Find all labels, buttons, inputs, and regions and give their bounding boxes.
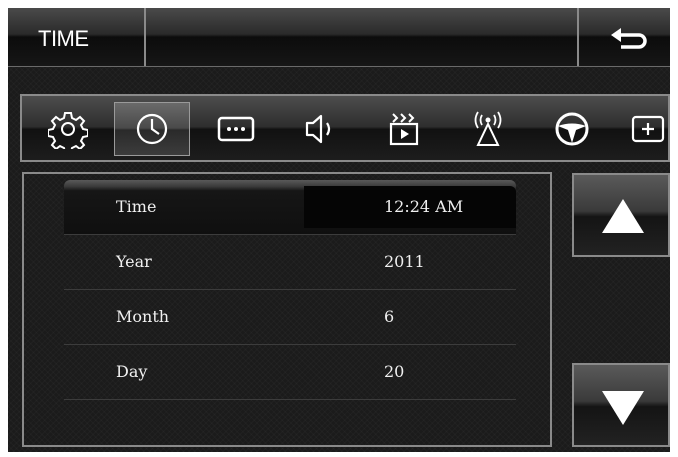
setting-row-year[interactable]: Year 2011 xyxy=(64,235,516,290)
more-icon xyxy=(217,116,255,142)
setting-label: Year xyxy=(116,252,152,271)
back-arrow-icon xyxy=(611,28,647,49)
title-box: TIME xyxy=(8,8,146,66)
setting-label: Month xyxy=(116,307,170,326)
tab-radio[interactable] xyxy=(450,102,526,156)
settings-list: Time 12:24 AM Year 2011 Month 6 Day 20 xyxy=(22,172,552,447)
header-spacer xyxy=(146,8,576,66)
down-arrow-icon xyxy=(602,391,644,425)
category-toolbar xyxy=(20,94,670,162)
back-button[interactable] xyxy=(577,8,670,66)
page-title: TIME xyxy=(38,26,89,51)
tab-general[interactable] xyxy=(30,102,106,156)
add-icon xyxy=(631,115,665,143)
header-bar: TIME xyxy=(8,8,670,67)
tab-display[interactable] xyxy=(198,102,274,156)
tab-add[interactable] xyxy=(610,102,670,156)
tab-audio[interactable] xyxy=(282,102,358,156)
clock-icon xyxy=(136,113,168,145)
setting-label: Time xyxy=(116,197,157,216)
tab-time[interactable] xyxy=(114,102,190,156)
antenna-icon xyxy=(474,111,502,146)
tab-media[interactable] xyxy=(366,102,442,156)
setting-value: 2011 xyxy=(384,252,425,271)
speaker-icon xyxy=(305,114,331,144)
setting-value: 20 xyxy=(384,362,405,381)
gear-icon xyxy=(48,112,88,149)
time-settings-screen: TIME Time 12:24 AM Year 2011 Month 6 Day… xyxy=(8,8,670,452)
setting-value: 12:24 AM xyxy=(384,197,464,216)
tab-steering[interactable] xyxy=(534,102,610,156)
setting-row-day[interactable]: Day 20 xyxy=(64,345,516,400)
steering-wheel-icon xyxy=(555,112,589,146)
up-arrow-icon xyxy=(602,199,644,233)
scroll-down-button[interactable] xyxy=(572,363,670,447)
media-icon xyxy=(389,113,419,146)
setting-label: Day xyxy=(116,362,148,381)
setting-row-month[interactable]: Month 6 xyxy=(64,290,516,345)
setting-row-time[interactable]: Time 12:24 AM xyxy=(64,180,516,235)
setting-value: 6 xyxy=(384,307,395,326)
scroll-up-button[interactable] xyxy=(572,173,670,257)
